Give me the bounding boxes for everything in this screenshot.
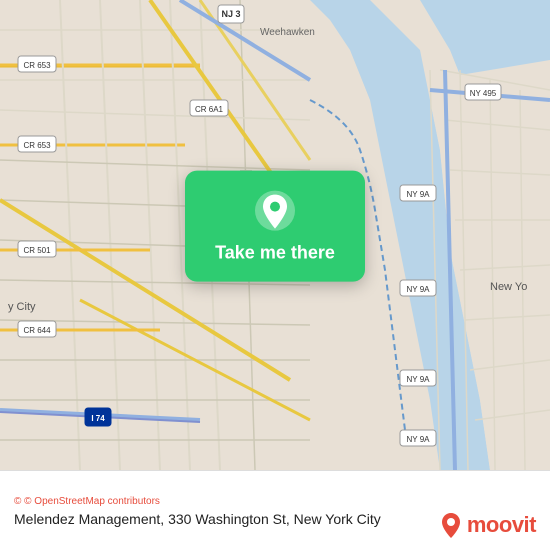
moovit-logo-text: moovit (467, 512, 536, 538)
svg-text:NY 9A: NY 9A (407, 375, 431, 384)
svg-text:Weehawken: Weehawken (260, 27, 315, 38)
take-me-there-button[interactable]: Take me there (185, 171, 365, 282)
svg-text:NJ 3: NJ 3 (221, 9, 240, 19)
svg-text:New Yo: New Yo (490, 281, 527, 293)
copyright-icon: © (14, 496, 21, 507)
svg-text:CR 653: CR 653 (23, 61, 51, 70)
svg-text:NY 495: NY 495 (470, 89, 497, 98)
svg-text:NY 9A: NY 9A (407, 190, 431, 199)
svg-text:NY 9A: NY 9A (407, 435, 431, 444)
svg-text:CR 6A1: CR 6A1 (195, 105, 224, 114)
svg-text:y City: y City (8, 301, 36, 313)
map-container: Weehawken NJ 3 CR 653 CR 653 CR 6A1 CR 5… (0, 0, 550, 470)
osm-credit: © © OpenStreetMap contributors (14, 496, 536, 507)
moovit-pin-icon (440, 512, 462, 538)
svg-text:NY 9A: NY 9A (407, 285, 431, 294)
svg-text:CR 501: CR 501 (23, 246, 51, 255)
svg-text:CR 653: CR 653 (23, 141, 51, 150)
footer: © © OpenStreetMap contributors Melendez … (0, 470, 550, 550)
moovit-logo: moovit (440, 512, 536, 538)
osm-credit-text: © OpenStreetMap contributors (24, 496, 160, 507)
location-pin-icon (253, 189, 297, 233)
take-me-there-label: Take me there (215, 243, 335, 264)
svg-text:CR 644: CR 644 (23, 326, 51, 335)
svg-text:I 74: I 74 (91, 414, 105, 423)
